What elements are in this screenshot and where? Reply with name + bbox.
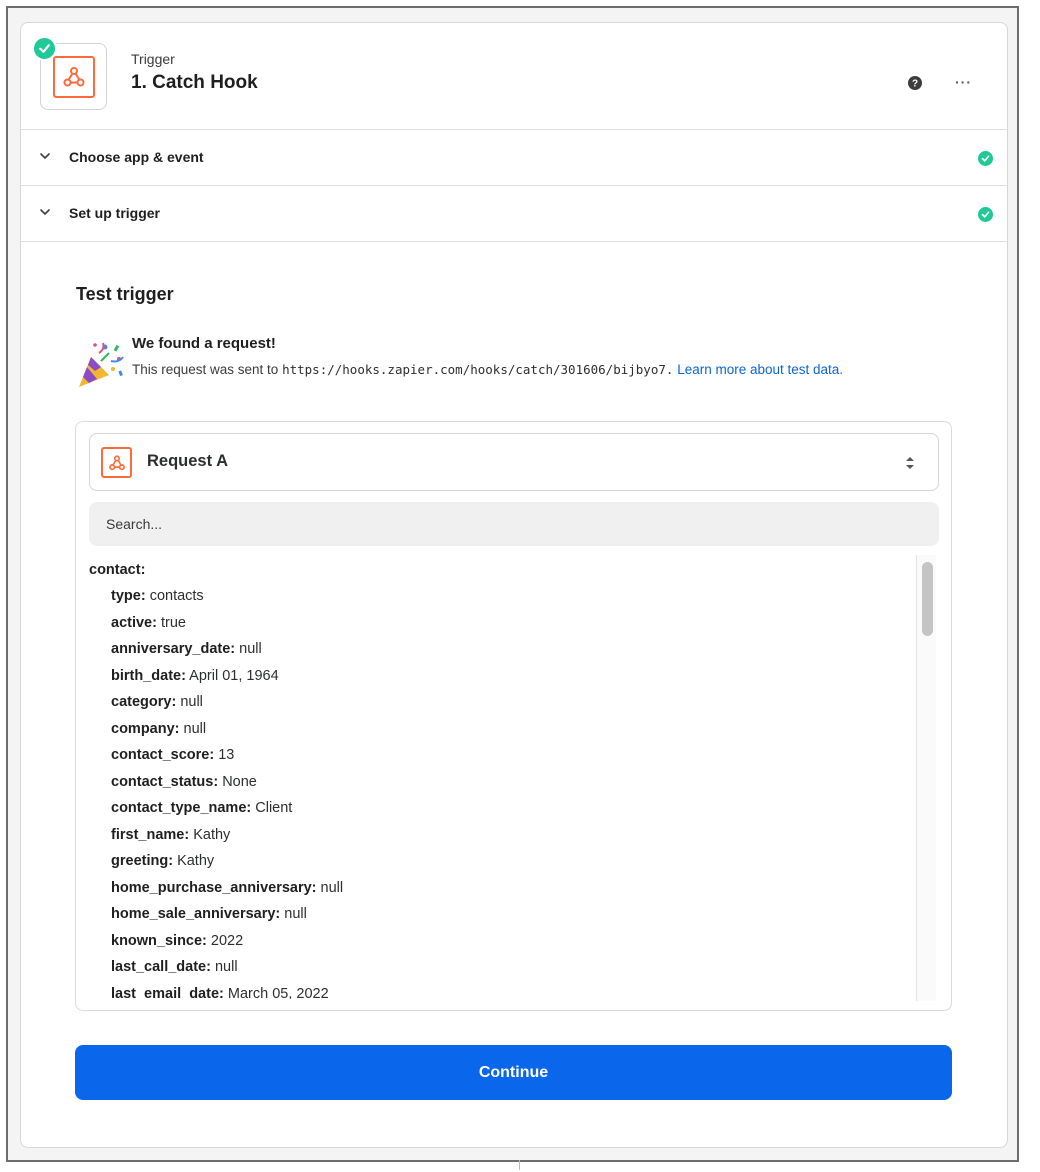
field-value: null — [239, 641, 262, 657]
webhook-url: https://hooks.zapier.com/hooks/catch/301… — [282, 362, 674, 377]
field-key: last_email_date: — [111, 985, 224, 1000]
data-field: home_purchase_anniversary: null — [89, 875, 919, 902]
field-key: company: — [111, 720, 180, 737]
search-input[interactable] — [89, 502, 939, 546]
field-key: active: — [111, 614, 157, 631]
field-value: Kathy — [177, 853, 215, 869]
field-value: 2022 — [210, 932, 244, 949]
data-field: anniversary_date: null — [89, 636, 919, 663]
description-text: This request was sent to — [132, 362, 283, 377]
request-data-list: contact: type: contacts active: true ann… — [89, 557, 919, 999]
section-set-up-trigger[interactable]: Set up trigger — [21, 186, 1007, 242]
field-key: home_sale_anniversary: — [111, 906, 281, 922]
data-field: company: null — [89, 716, 919, 743]
field-key: home_purchase_anniversary: — [111, 879, 317, 896]
field-key: anniversary_date: — [111, 641, 236, 657]
continue-button[interactable]: Continue — [75, 1045, 952, 1100]
webhook-icon — [53, 56, 95, 98]
chevron-down-icon — [40, 153, 50, 160]
field-value: null — [183, 720, 207, 737]
field-value: Kathy — [193, 826, 231, 843]
section-choose-app-event[interactable]: Choose app & event — [21, 130, 1007, 186]
data-scrollbar[interactable] — [916, 555, 936, 1001]
webhook-icon — [101, 447, 132, 478]
request-select[interactable]: Request A — [89, 433, 939, 491]
party-popper-icon — [79, 342, 124, 387]
data-field: home_sale_anniversary: null — [89, 901, 919, 928]
test-trigger-heading: Test trigger — [76, 284, 174, 304]
field-key: first_name: — [111, 826, 190, 843]
step-header: Trigger 1. Catch Hook ? ··· — [21, 23, 1007, 130]
data-field: category: null — [89, 689, 919, 716]
field-value: true — [160, 614, 186, 631]
field-key: contact_score: — [111, 747, 215, 763]
field-value: 13 — [218, 747, 235, 763]
field-value: null — [320, 879, 344, 896]
field-key: known_since: — [111, 932, 207, 949]
scrollbar-thumb[interactable] — [922, 562, 933, 636]
data-field: greeting: Kathy — [89, 848, 919, 875]
request-data-panel: Request A contact: type: contacts active… — [75, 421, 952, 1011]
field-key: contact_status: — [111, 773, 219, 790]
step-complete-check-icon — [32, 36, 57, 61]
select-arrows-icon — [906, 457, 914, 469]
data-field: type: contacts — [89, 583, 919, 610]
chevron-down-icon — [40, 209, 50, 216]
field-key: category: — [111, 694, 177, 710]
check-circle-icon — [978, 207, 993, 222]
window-frame: Trigger 1. Catch Hook ? ··· Choose app &… — [6, 6, 1019, 1170]
step-type-label: Trigger — [131, 51, 175, 67]
field-key: type: — [111, 588, 146, 604]
field-key: contact_type_name: — [111, 800, 252, 816]
more-options-icon[interactable]: ··· — [955, 74, 972, 90]
field-value: April 01, 1964 — [189, 667, 279, 684]
zap-step-card: Trigger 1. Catch Hook ? ··· Choose app &… — [20, 22, 1008, 1148]
data-field: contact_type_name: Client — [89, 795, 919, 822]
field-value: null — [180, 694, 203, 710]
field-value: March 05, 2022 — [227, 985, 329, 1000]
data-root-key: contact: — [89, 562, 146, 578]
check-circle-icon — [978, 151, 993, 166]
field-key: birth_date: — [111, 667, 186, 684]
field-key: last_call_date: — [111, 959, 211, 975]
learn-more-link[interactable]: Learn more about test data. — [677, 362, 843, 377]
field-value: Client — [255, 800, 293, 816]
data-field: last_call_date: null — [89, 954, 919, 981]
data-field: active: true — [89, 610, 919, 637]
found-request-description: This request was sent to https://hooks.z… — [132, 357, 982, 382]
bottom-divider — [519, 1160, 520, 1170]
data-field: contact_score: 13 — [89, 742, 919, 769]
field-key: greeting: — [111, 853, 174, 869]
data-field: contact_status: None — [89, 769, 919, 796]
section-label: Set up trigger — [69, 205, 161, 221]
data-field: first_name: Kathy — [89, 822, 919, 849]
selected-request-label: Request A — [147, 452, 228, 470]
svg-text:?: ? — [912, 79, 918, 90]
field-value: None — [222, 773, 257, 790]
help-icon[interactable]: ? — [908, 76, 922, 90]
data-field: known_since: 2022 — [89, 928, 919, 955]
field-value: contacts — [149, 588, 204, 604]
data-field: birth_date: April 01, 1964 — [89, 663, 919, 690]
found-request-title: We found a request! — [132, 335, 276, 352]
data-field: last_email_date: March 05, 2022 — [89, 981, 919, 1000]
step-title[interactable]: 1. Catch Hook — [131, 72, 258, 94]
field-value: null — [214, 959, 238, 975]
section-label: Choose app & event — [69, 149, 204, 165]
field-value: null — [284, 906, 307, 922]
